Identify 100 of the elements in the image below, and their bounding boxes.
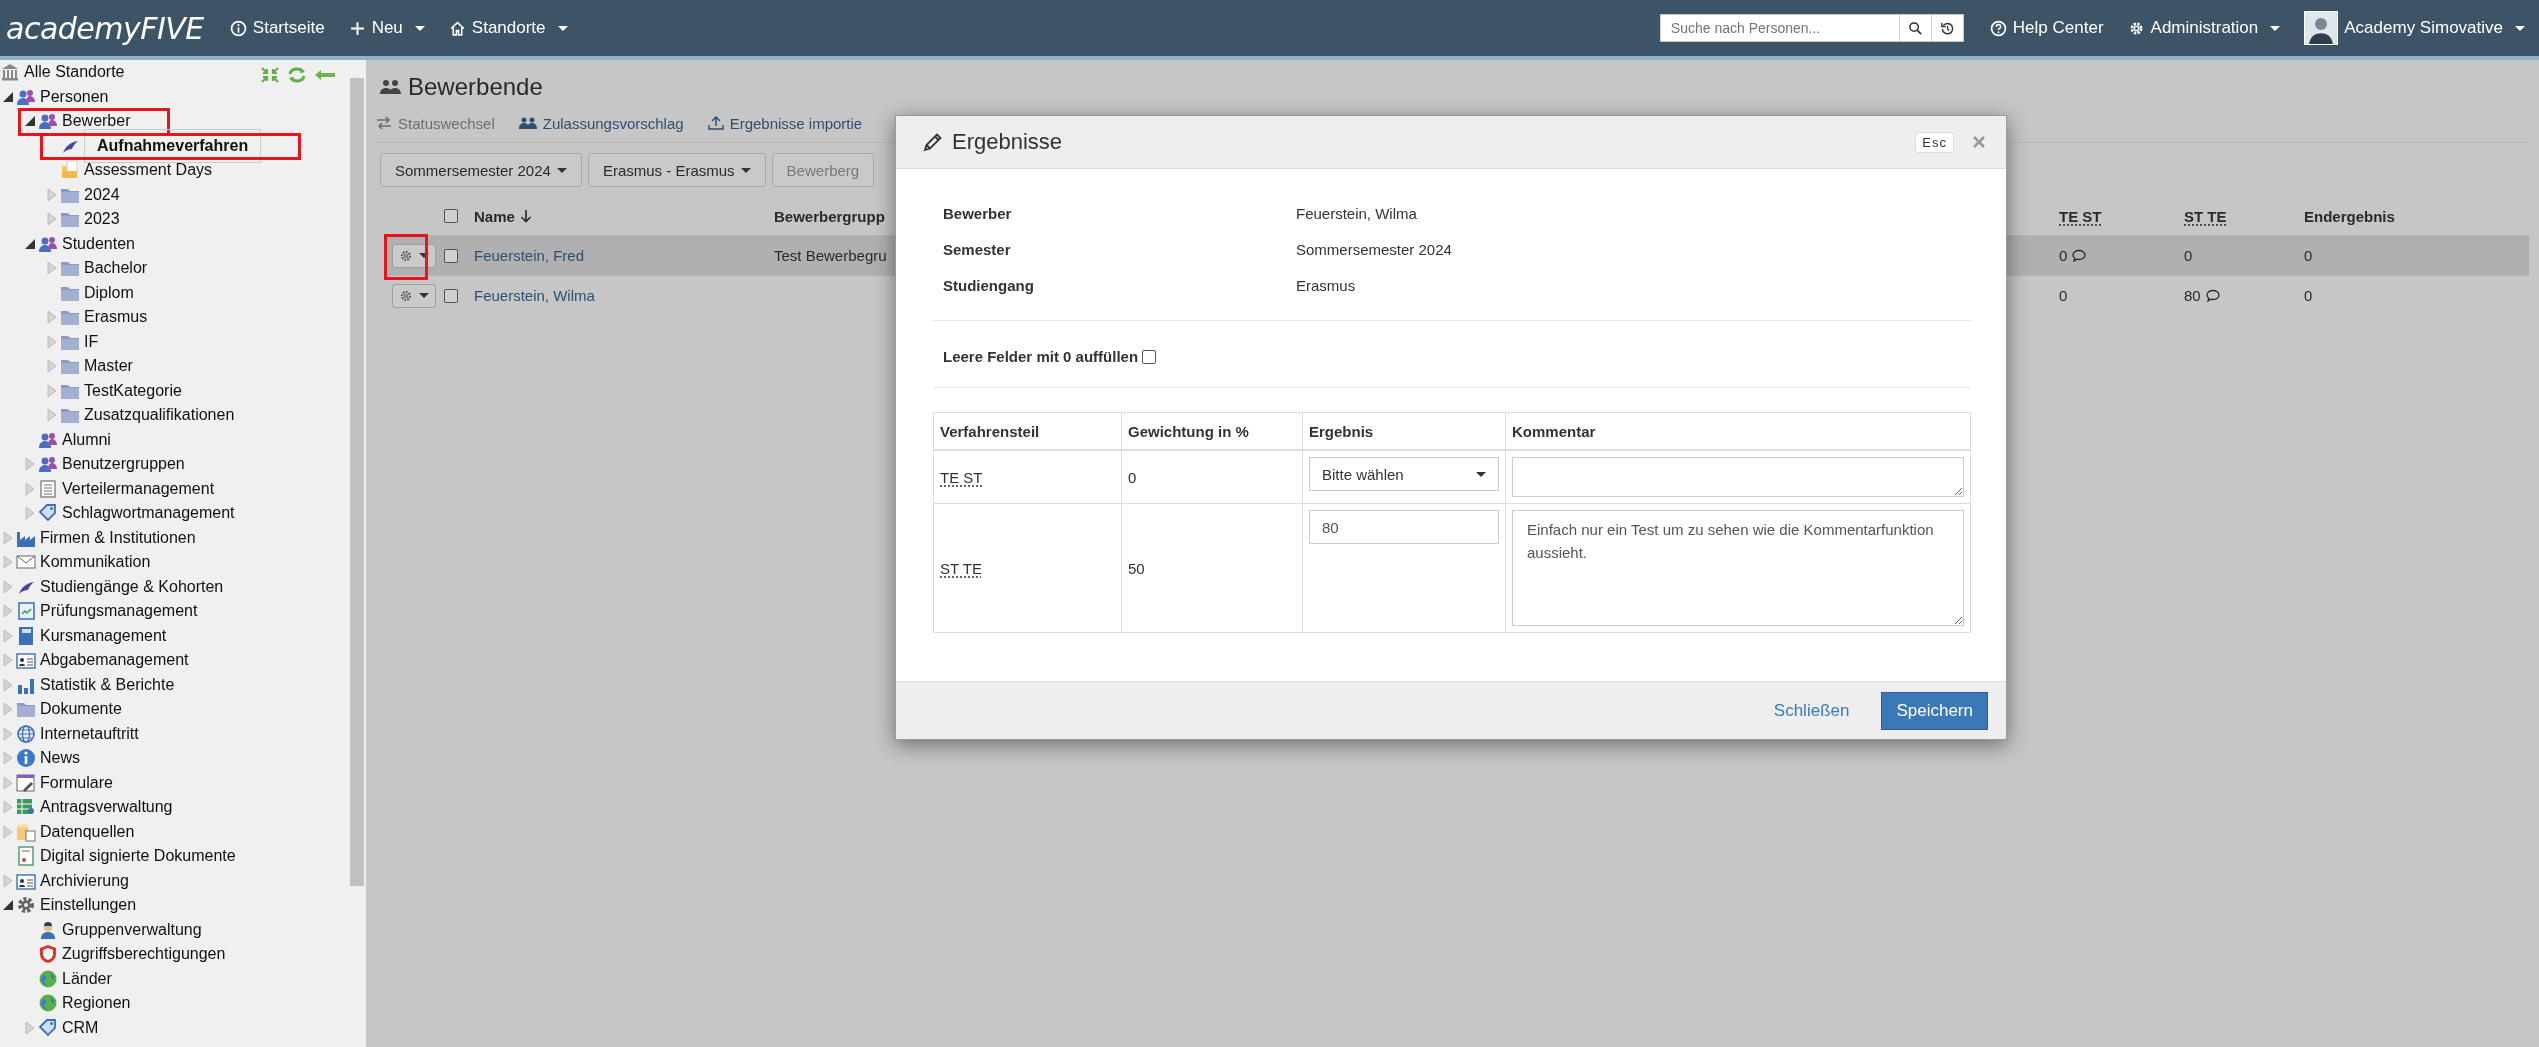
tree-item[interactable]: Studenten bbox=[62, 234, 135, 253]
nav-link[interactable]: Standorte bbox=[436, 18, 580, 38]
collapsed-toggle-icon[interactable] bbox=[3, 555, 13, 570]
expanded-toggle-icon[interactable] bbox=[24, 115, 36, 128]
search-button[interactable] bbox=[1899, 14, 1932, 42]
tree-item[interactable]: Länder bbox=[62, 969, 112, 988]
collapsed-toggle-icon[interactable] bbox=[47, 383, 57, 398]
tree-item[interactable]: Antragsverwaltung bbox=[40, 798, 173, 817]
nav-link[interactable]: Administration bbox=[2115, 18, 2293, 38]
close-link[interactable]: Schließen bbox=[1759, 692, 1864, 729]
collapsed-toggle-icon[interactable] bbox=[47, 359, 57, 374]
tree-item[interactable]: Dokumente bbox=[40, 700, 122, 719]
tree-item[interactable]: Prüfungsmanagement bbox=[40, 602, 198, 621]
history-button[interactable] bbox=[1931, 14, 1964, 42]
tree-item[interactable]: Verteilermanagement bbox=[62, 479, 215, 498]
tree-item[interactable]: Aufnahmeverfahren bbox=[84, 128, 262, 163]
tree-item[interactable]: Schlagwortmanagement bbox=[62, 504, 235, 523]
collapse-icon[interactable] bbox=[260, 66, 280, 84]
tree-item[interactable]: Formulare bbox=[40, 773, 113, 792]
expanded-toggle-icon[interactable] bbox=[2, 90, 14, 103]
save-button[interactable]: Speichern bbox=[1881, 691, 1988, 730]
collapsed-toggle-icon[interactable] bbox=[3, 873, 13, 888]
collapsed-toggle-icon[interactable] bbox=[3, 775, 13, 790]
expanded-toggle-icon[interactable] bbox=[2, 899, 14, 912]
close-icon[interactable] bbox=[1972, 135, 1986, 149]
tree-item[interactable]: Datenquellen bbox=[40, 822, 135, 841]
filter-dropdown[interactable]: Sommersemester 2024 bbox=[380, 153, 582, 187]
tree-item[interactable]: Assessment Days bbox=[84, 161, 213, 180]
collapsed-toggle-icon[interactable] bbox=[3, 677, 13, 692]
tree-item[interactable]: Studiengänge & Kohorten bbox=[40, 577, 224, 596]
comment-field[interactable] bbox=[1512, 457, 1964, 497]
row-actions-button[interactable] bbox=[392, 283, 436, 308]
collapsed-toggle-icon[interactable] bbox=[25, 481, 35, 496]
collapsed-toggle-icon[interactable] bbox=[3, 726, 13, 741]
tree-item[interactable]: Diplom bbox=[84, 283, 134, 302]
back-arrow-icon[interactable] bbox=[314, 68, 336, 82]
collapsed-toggle-icon[interactable] bbox=[3, 702, 13, 717]
toolbar-action[interactable]: Zulassungsvorschlag bbox=[518, 114, 684, 132]
comment-icon[interactable] bbox=[2072, 249, 2087, 262]
tree-item[interactable]: Digital signierte Dokumente bbox=[40, 847, 236, 866]
collapsed-toggle-icon[interactable] bbox=[47, 310, 57, 325]
nav-link[interactable]: Help Center bbox=[1977, 18, 2116, 38]
column-header[interactable]: Name bbox=[474, 207, 515, 225]
collapsed-toggle-icon[interactable] bbox=[25, 457, 35, 472]
tree-item[interactable]: 2024 bbox=[84, 185, 120, 204]
collapsed-toggle-icon[interactable] bbox=[47, 334, 57, 349]
expanded-toggle-icon[interactable] bbox=[24, 237, 36, 250]
collapsed-toggle-icon[interactable] bbox=[3, 628, 13, 643]
fill-zero-checkbox[interactable] bbox=[1142, 349, 1157, 364]
nav-link[interactable]: Neu bbox=[336, 18, 437, 38]
collapsed-toggle-icon[interactable] bbox=[3, 530, 13, 545]
tree-item[interactable]: Zusatzqualifikationen bbox=[84, 406, 235, 425]
tree-item[interactable]: 2023 bbox=[84, 210, 120, 229]
tree-item[interactable]: Statistik & Berichte bbox=[40, 675, 175, 694]
tree-item[interactable]: Master bbox=[84, 357, 133, 376]
row-checkbox[interactable] bbox=[444, 288, 458, 303]
tree-item[interactable]: Regionen bbox=[62, 994, 131, 1013]
collapsed-toggle-icon[interactable] bbox=[3, 653, 13, 668]
tree-item[interactable]: Firmen & Institutionen bbox=[40, 528, 196, 547]
applicant-link[interactable]: Feuerstein, Fred bbox=[474, 247, 585, 264]
collapsed-toggle-icon[interactable] bbox=[47, 212, 57, 227]
tree-item[interactable]: Bewerber bbox=[62, 112, 131, 131]
tree-item[interactable]: Einstellungen bbox=[40, 896, 137, 915]
tree-item[interactable]: Bachelor bbox=[84, 259, 148, 278]
user-menu[interactable]: Academy Simovative bbox=[2292, 11, 2539, 45]
applicant-link[interactable]: Feuerstein, Wilma bbox=[474, 287, 595, 304]
collapsed-toggle-icon[interactable] bbox=[3, 604, 13, 619]
collapsed-toggle-icon[interactable] bbox=[3, 800, 13, 815]
collapsed-toggle-icon[interactable] bbox=[47, 261, 57, 276]
nav-link[interactable]: Startseite bbox=[217, 18, 337, 38]
comment-field[interactable]: Einfach nur ein Test um zu sehen wie die Kommentarfunktion aussieht. bbox=[1512, 510, 1964, 626]
tree-item[interactable]: Kommunikation bbox=[40, 553, 151, 572]
tree-item[interactable]: Alle Standorte bbox=[24, 63, 125, 82]
tree-item[interactable]: CRM bbox=[62, 1018, 99, 1037]
tree-item[interactable]: Internetauftritt bbox=[40, 724, 139, 743]
toolbar-action[interactable]: Ergebnisse importie bbox=[707, 114, 863, 132]
tree-item[interactable]: Benutzergruppen bbox=[62, 455, 185, 474]
tree-item[interactable]: IF bbox=[84, 332, 99, 351]
tree-item[interactable]: Alumni bbox=[62, 430, 111, 449]
tree-item[interactable]: Gruppenverwaltung bbox=[62, 920, 202, 939]
row-actions-button[interactable] bbox=[392, 243, 436, 268]
collapsed-toggle-icon[interactable] bbox=[3, 751, 13, 766]
tree-item[interactable]: Abgabemanagement bbox=[40, 651, 189, 670]
result-select[interactable]: Bitte wählen bbox=[1309, 457, 1499, 491]
tree-item[interactable]: News bbox=[40, 749, 80, 768]
tree-item[interactable]: Kursmanagement bbox=[40, 626, 167, 645]
tree-item[interactable]: Archivierung bbox=[40, 871, 129, 890]
collapsed-toggle-icon[interactable] bbox=[3, 824, 13, 839]
filter-dropdown[interactable]: Erasmus - Erasmus bbox=[587, 153, 766, 187]
collapsed-toggle-icon[interactable] bbox=[25, 506, 35, 521]
row-checkbox[interactable] bbox=[444, 248, 458, 263]
tree-item[interactable]: Zugriffsberechtigungen bbox=[62, 945, 226, 964]
search-field[interactable]: Suche nach Personen... bbox=[1659, 14, 1900, 42]
scrollbar-thumb[interactable] bbox=[350, 78, 364, 886]
collapsed-toggle-icon[interactable] bbox=[47, 187, 57, 202]
tree-item[interactable]: TestKategorie bbox=[84, 381, 182, 400]
collapsed-toggle-icon[interactable] bbox=[47, 408, 57, 423]
select-all-checkbox[interactable] bbox=[444, 209, 458, 223]
logo[interactable]: academyFIVE bbox=[0, 10, 218, 46]
refresh-icon[interactable] bbox=[286, 66, 308, 84]
